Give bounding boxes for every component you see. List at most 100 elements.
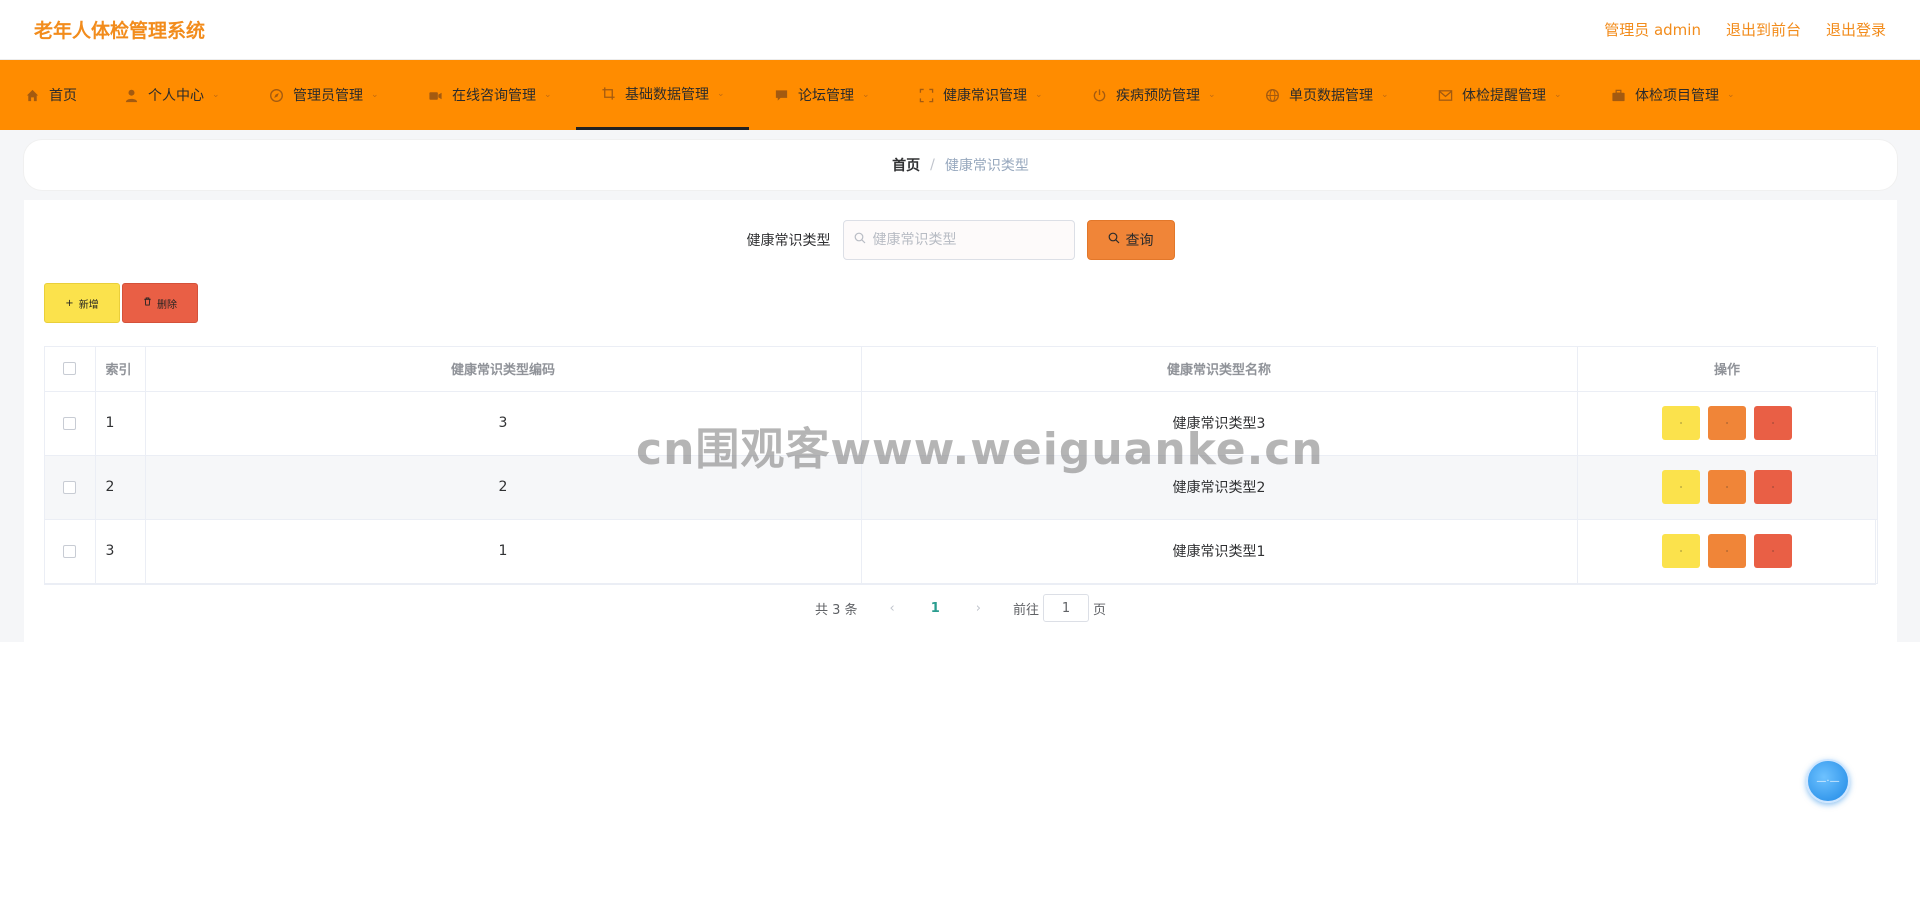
add-button[interactable]: + 新增 — [44, 283, 120, 323]
row-index: 1 — [95, 391, 146, 456]
row-delete-button[interactable]: · — [1754, 534, 1792, 568]
next-page-icon[interactable]: › — [976, 601, 981, 616]
row-actions: · · · — [1577, 455, 1878, 520]
chevron-down-icon: ⌄ — [1208, 90, 1216, 100]
action-toolbar: + 新增 删除 — [44, 283, 198, 323]
nav-item-online-consult[interactable]: 在线咨询管理 ⌄ — [403, 60, 576, 130]
select-all-checkbox[interactable] — [63, 362, 77, 376]
nav-item-single-page-data[interactable]: 单页数据管理 ⌄ — [1240, 60, 1413, 130]
watermark: cn围观客www.weiguanke.cn — [636, 424, 1324, 475]
row-name: 健康常识类型1 — [861, 519, 1578, 584]
row-actions: · · · — [1577, 519, 1878, 584]
chevron-down-icon: ⌄ — [1727, 90, 1735, 100]
select-all-cell — [45, 347, 96, 392]
query-button[interactable]: 查询 — [1086, 220, 1175, 260]
view-button[interactable]: · — [1662, 406, 1700, 440]
nav-label: 体检项目管理 — [1635, 88, 1719, 104]
view-button[interactable]: · — [1662, 534, 1700, 568]
nav-label: 个人中心 — [148, 88, 204, 104]
nav-item-disease-prevention[interactable]: 疾病预防管理 ⌄ — [1067, 60, 1240, 130]
nav-label: 体检提醒管理 — [1462, 88, 1546, 104]
edit-button[interactable]: · — [1708, 470, 1746, 504]
delete-button-label: 删除 — [157, 299, 177, 311]
plus-icon: + — [65, 297, 74, 309]
briefcase-icon — [1610, 87, 1626, 103]
admin-user-link[interactable]: 管理员 admin — [1604, 19, 1701, 40]
home-icon — [24, 87, 40, 103]
page-number[interactable]: 1 — [931, 601, 940, 616]
row-select-cell — [45, 455, 96, 520]
row-checkbox[interactable] — [63, 416, 77, 430]
nav-label: 在线咨询管理 — [452, 88, 536, 104]
delete-button[interactable]: 删除 — [122, 283, 198, 323]
top-header: 老年人体检管理系统 管理员 admin 退出到前台 退出登录 — [0, 0, 1920, 60]
nav-item-admin-management[interactable]: 管理员管理 ⌄ — [244, 60, 403, 130]
nav-label: 管理员管理 — [293, 88, 363, 104]
main-nav: 首页 个人中心 ⌄ 管理员管理 ⌄ 在线咨询管理 ⌄ 基础数据管理 ⌄ 论坛管理… — [0, 60, 1920, 130]
nav-label: 健康常识管理 — [943, 88, 1027, 104]
app-title: 老年人体检管理系统 — [34, 20, 206, 42]
crop-icon — [600, 86, 616, 102]
globe-icon — [1264, 87, 1280, 103]
breadcrumb: 首页 / 健康常识类型 — [24, 140, 1897, 190]
goto-label: 前往 — [1012, 602, 1039, 618]
chevron-down-icon: ⌄ — [717, 88, 725, 99]
logout-link[interactable]: 退出登录 — [1826, 19, 1886, 40]
search-icon — [854, 232, 866, 248]
goto-page: 前往 页 — [1013, 594, 1106, 622]
column-header-index: 索引 — [95, 347, 146, 392]
edit-button[interactable]: · — [1708, 406, 1746, 440]
edit-button[interactable]: · — [1708, 534, 1746, 568]
row-delete-button[interactable]: · — [1754, 470, 1792, 504]
nav-item-home[interactable]: 首页 — [0, 60, 99, 130]
search-input-wrapper[interactable] — [842, 220, 1075, 260]
search-icon — [1108, 232, 1120, 248]
floating-action-button[interactable]: —·— — [1806, 759, 1850, 803]
row-delete-button[interactable]: · — [1754, 406, 1792, 440]
nav-item-checkup-items[interactable]: 体检项目管理 ⌄ — [1586, 60, 1759, 130]
nav-item-health-knowledge[interactable]: 健康常识管理 ⌄ — [894, 60, 1067, 130]
nav-label: 首页 — [49, 88, 77, 104]
row-index: 2 — [95, 455, 146, 520]
chat-icon — [773, 87, 789, 103]
mail-icon — [1437, 87, 1453, 103]
search-input[interactable] — [872, 232, 1053, 248]
chevron-down-icon: ⌄ — [1381, 90, 1389, 100]
add-button-label: 新增 — [78, 299, 99, 311]
column-header-name: 健康常识类型名称 — [861, 347, 1578, 392]
nav-item-personal-center[interactable]: 个人中心 ⌄ — [99, 60, 244, 130]
header-links: 管理员 admin 退出到前台 退出登录 — [1604, 19, 1886, 40]
pagination: 共 3 条 ‹ 1 › 前往 页 — [24, 594, 1897, 622]
breadcrumb-home[interactable]: 首页 — [892, 155, 920, 175]
row-checkbox[interactable] — [63, 544, 77, 558]
power-icon — [1091, 87, 1107, 103]
table-header-row: 索引 健康常识类型编码 健康常识类型名称 操作 — [45, 347, 1878, 392]
nav-label: 论坛管理 — [798, 88, 854, 104]
row-code: 1 — [145, 519, 862, 584]
trash-icon — [143, 297, 152, 309]
nav-label: 基础数据管理 — [625, 86, 709, 103]
breadcrumb-separator: / — [930, 157, 935, 173]
exit-to-frontend-link[interactable]: 退出到前台 — [1726, 19, 1801, 40]
row-actions: · · · — [1577, 391, 1878, 456]
row-index: 3 — [95, 519, 146, 584]
search-label: 健康常识类型 — [746, 233, 831, 249]
chevron-down-icon: ⌄ — [1035, 90, 1043, 100]
goto-page-input[interactable] — [1043, 594, 1089, 622]
prev-page-icon[interactable]: ‹ — [890, 601, 895, 616]
row-checkbox[interactable] — [63, 480, 77, 494]
nav-item-forum[interactable]: 论坛管理 ⌄ — [749, 60, 894, 130]
table-row: 3 1 健康常识类型1 · · · — [45, 519, 1878, 584]
nav-item-checkup-reminder[interactable]: 体检提醒管理 ⌄ — [1413, 60, 1586, 130]
dash-icon: —·— — [1816, 775, 1840, 787]
pagination-total: 共 3 条 — [814, 602, 858, 618]
nav-label: 单页数据管理 — [1289, 88, 1373, 104]
user-icon — [123, 87, 139, 103]
column-header-actions: 操作 — [1577, 347, 1878, 392]
nav-item-basic-data[interactable]: 基础数据管理 ⌄ — [576, 60, 749, 130]
chevron-down-icon: ⌄ — [371, 90, 379, 100]
video-icon — [427, 87, 443, 103]
chevron-down-icon: ⌄ — [212, 90, 220, 100]
view-button[interactable]: · — [1662, 470, 1700, 504]
compass-icon — [268, 87, 284, 103]
